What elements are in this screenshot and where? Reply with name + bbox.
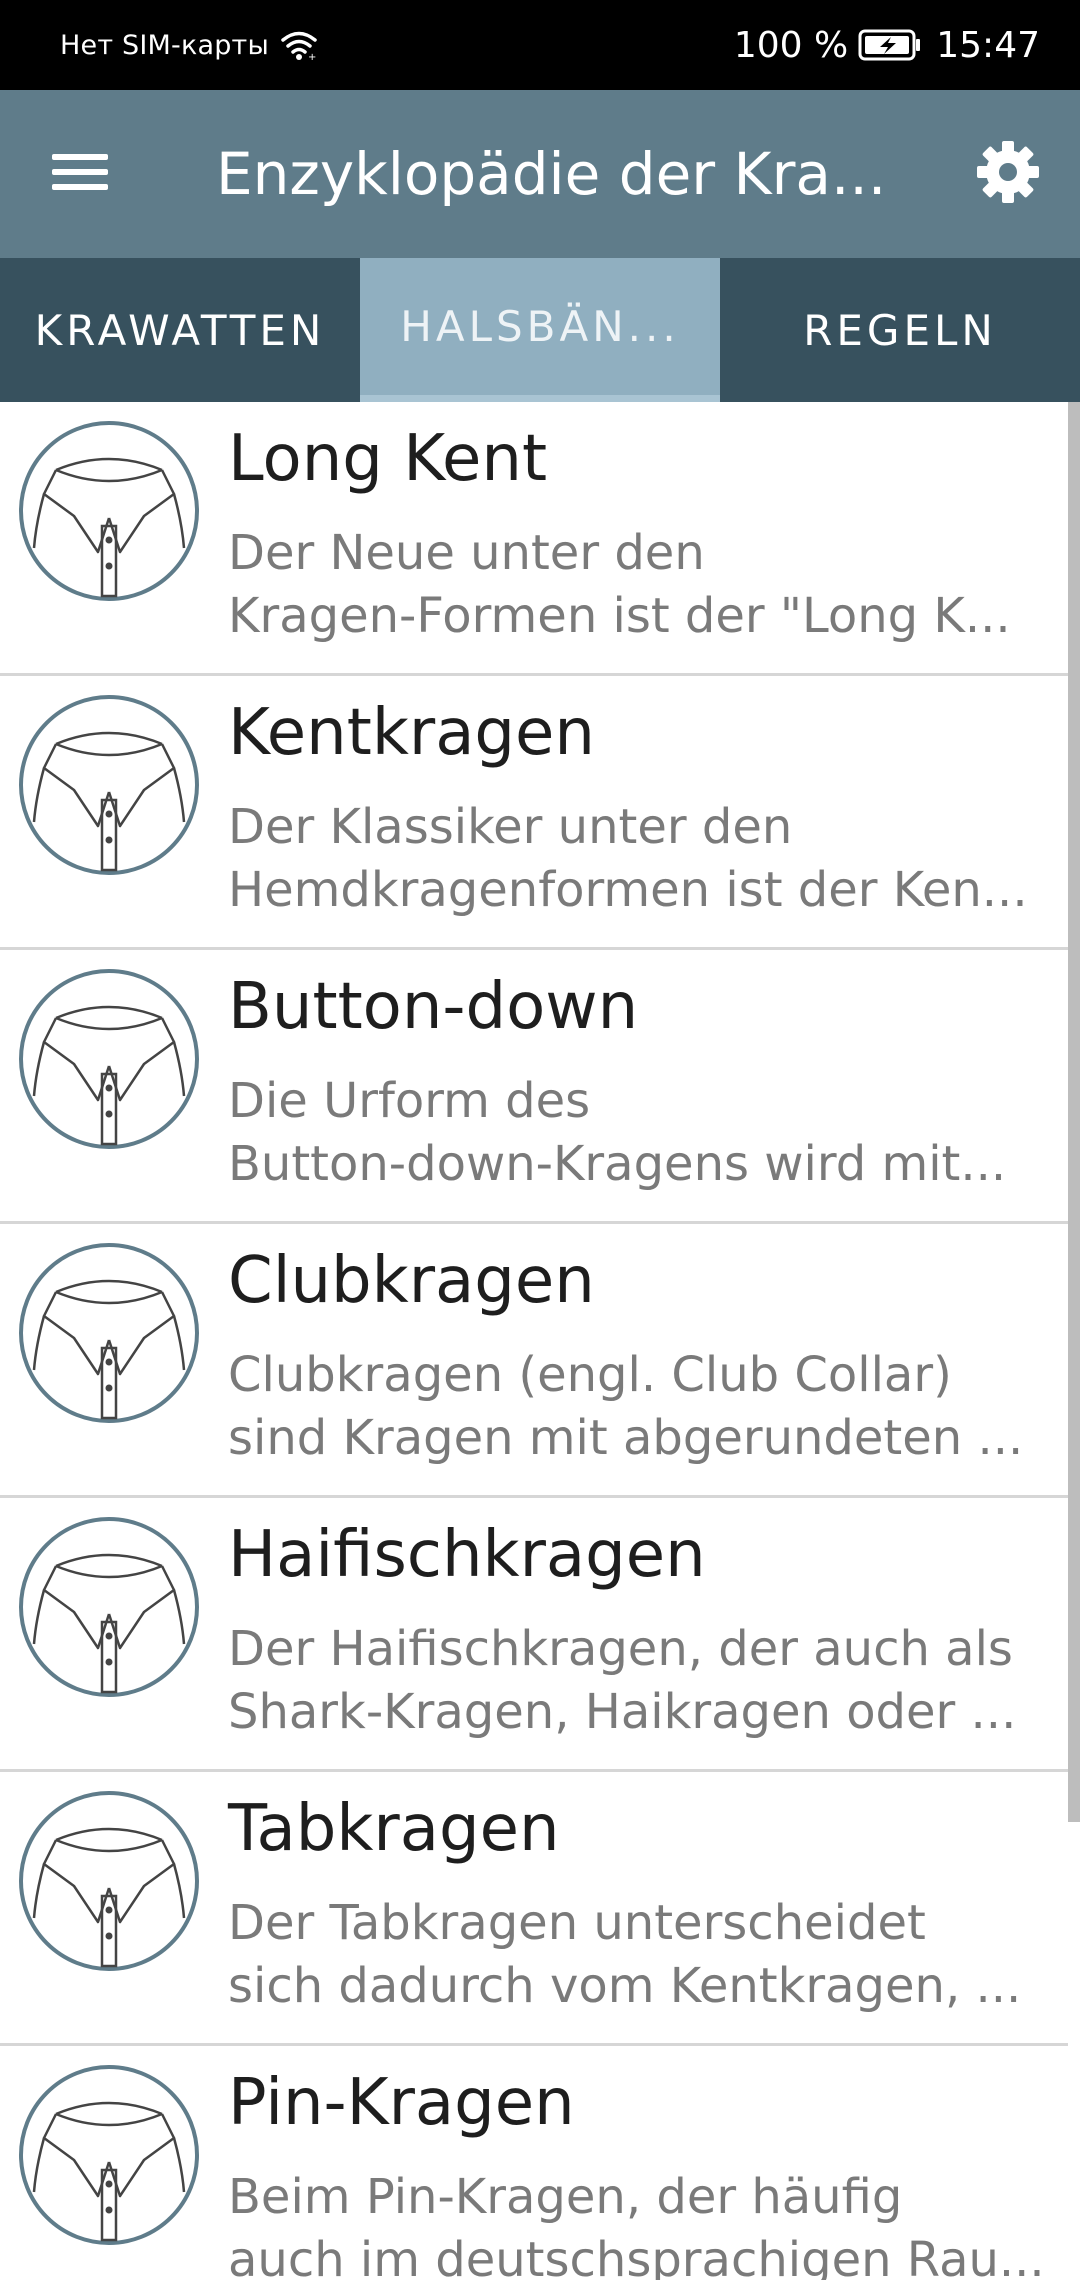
gear-icon [975,139,1041,209]
item-description: Der Tabkragen unterscheidet sich dadurch… [228,1892,1058,2018]
status-right: 100 % 15:47 [734,0,1040,90]
scrollbar[interactable] [1068,402,1080,1822]
menu-button[interactable] [40,134,120,214]
item-description-line-1: Der Tabkragen unterscheidet [228,1895,926,1951]
list-item[interactable]: Clubkragen Clubkragen (engl. Club Collar… [0,1224,1068,1498]
item-description-line-2: sind Kragen mit abgerundeten ... [228,1410,1024,1466]
item-description-line-1: Der Neue unter den [228,525,705,581]
app-title: Enzyklopädie der Kra... [216,140,887,208]
shirt-collar-icon [16,692,202,878]
battery-charging-icon [858,28,922,62]
list-item[interactable]: Button-down Die Urform des Button-down-K… [0,950,1068,1224]
item-description-line-2: Hemdkragenformen ist der Ken... [228,862,1028,918]
item-title: Kentkragen [228,696,595,770]
list-item[interactable]: Kentkragen Der Klassiker unter den Hemdk… [0,676,1068,950]
status-left: Нет SIM-карты + [60,0,319,90]
list-item[interactable]: Haifischkragen Der Haifischkragen, der a… [0,1498,1068,1772]
item-description: Die Urform des Button-down-Kragens wird … [228,1070,1058,1196]
item-description-line-2: Kragen-Formen ist der "Long K... [228,588,1011,644]
item-description: Beim Pin-Kragen, der häufig auch im deut… [228,2166,1058,2280]
clock: 15:47 [936,24,1040,66]
svg-text:+: + [308,52,317,61]
item-description: Der Neue unter den Kragen-Formen ist der… [228,522,1058,648]
shirt-collar-icon [16,966,202,1152]
tab-krawatten[interactable]: KRAWATTEN [0,258,360,402]
shirt-collar-icon [16,1240,202,1426]
list-item[interactable]: Pin-Kragen Beim Pin-Kragen, der häufig a… [0,2046,1068,2280]
item-title: Tabkragen [228,1792,560,1866]
item-description: Clubkragen (engl. Club Collar) sind Krag… [228,1344,1058,1470]
item-title: Haifischkragen [228,1518,706,1592]
item-description-line-2: Shark-Kragen, Haikragen oder ... [228,1684,1017,1740]
item-description-line-1: Die Urform des [228,1073,591,1129]
item-title: Long Kent [228,422,548,496]
shirt-collar-icon [16,1788,202,1974]
shirt-collar-icon [16,2062,202,2248]
item-title: Clubkragen [228,1244,595,1318]
item-description-line-1: Beim Pin-Kragen, der häufig [228,2169,903,2225]
battery-percent: 100 % [733,24,849,66]
item-description: Der Haifischkragen, der auch als Shark-K… [228,1618,1058,1744]
shirt-collar-icon [16,1514,202,1700]
collar-list: Long Kent Der Neue unter den Kragen-Form… [0,402,1068,2280]
item-title: Pin-Kragen [228,2066,575,2140]
item-description-line-1: Clubkragen (engl. Club Collar) [228,1347,952,1403]
settings-button[interactable] [966,132,1050,216]
tab-regeln[interactable]: REGELN [720,258,1080,402]
item-description-line-1: Der Haifischkragen, der auch als [228,1621,1013,1677]
item-title: Button-down [228,970,639,1044]
carrier-text: Нет SIM-карты [60,29,270,61]
item-description-line-2: auch im deutschsprachigen Rau... [228,2232,1045,2280]
hamburger-menu-icon [52,152,108,196]
tab-halsbaender[interactable]: HALSBÄN... [360,258,720,402]
item-description: Der Klassiker unter den Hemdkragenformen… [228,796,1058,922]
item-description-line-1: Der Klassiker unter den [228,799,793,855]
list-item[interactable]: Long Kent Der Neue unter den Kragen-Form… [0,402,1068,676]
tab-bar: KRAWATTEN HALSBÄN... REGELN [0,258,1080,402]
status-bar: Нет SIM-карты + 100 % 15:47 [0,0,1080,90]
shirt-collar-icon [16,418,202,604]
item-description-line-2: Button-down-Kragens wird mit... [228,1136,1007,1192]
list-item[interactable]: Tabkragen Der Tabkragen unterscheidet si… [0,1772,1068,2046]
wifi-icon: + [279,29,319,61]
app-bar: Enzyklopädie der Kra... [0,90,1080,258]
item-description-line-2: sich dadurch vom Kentkragen, ... [228,1958,1022,2014]
